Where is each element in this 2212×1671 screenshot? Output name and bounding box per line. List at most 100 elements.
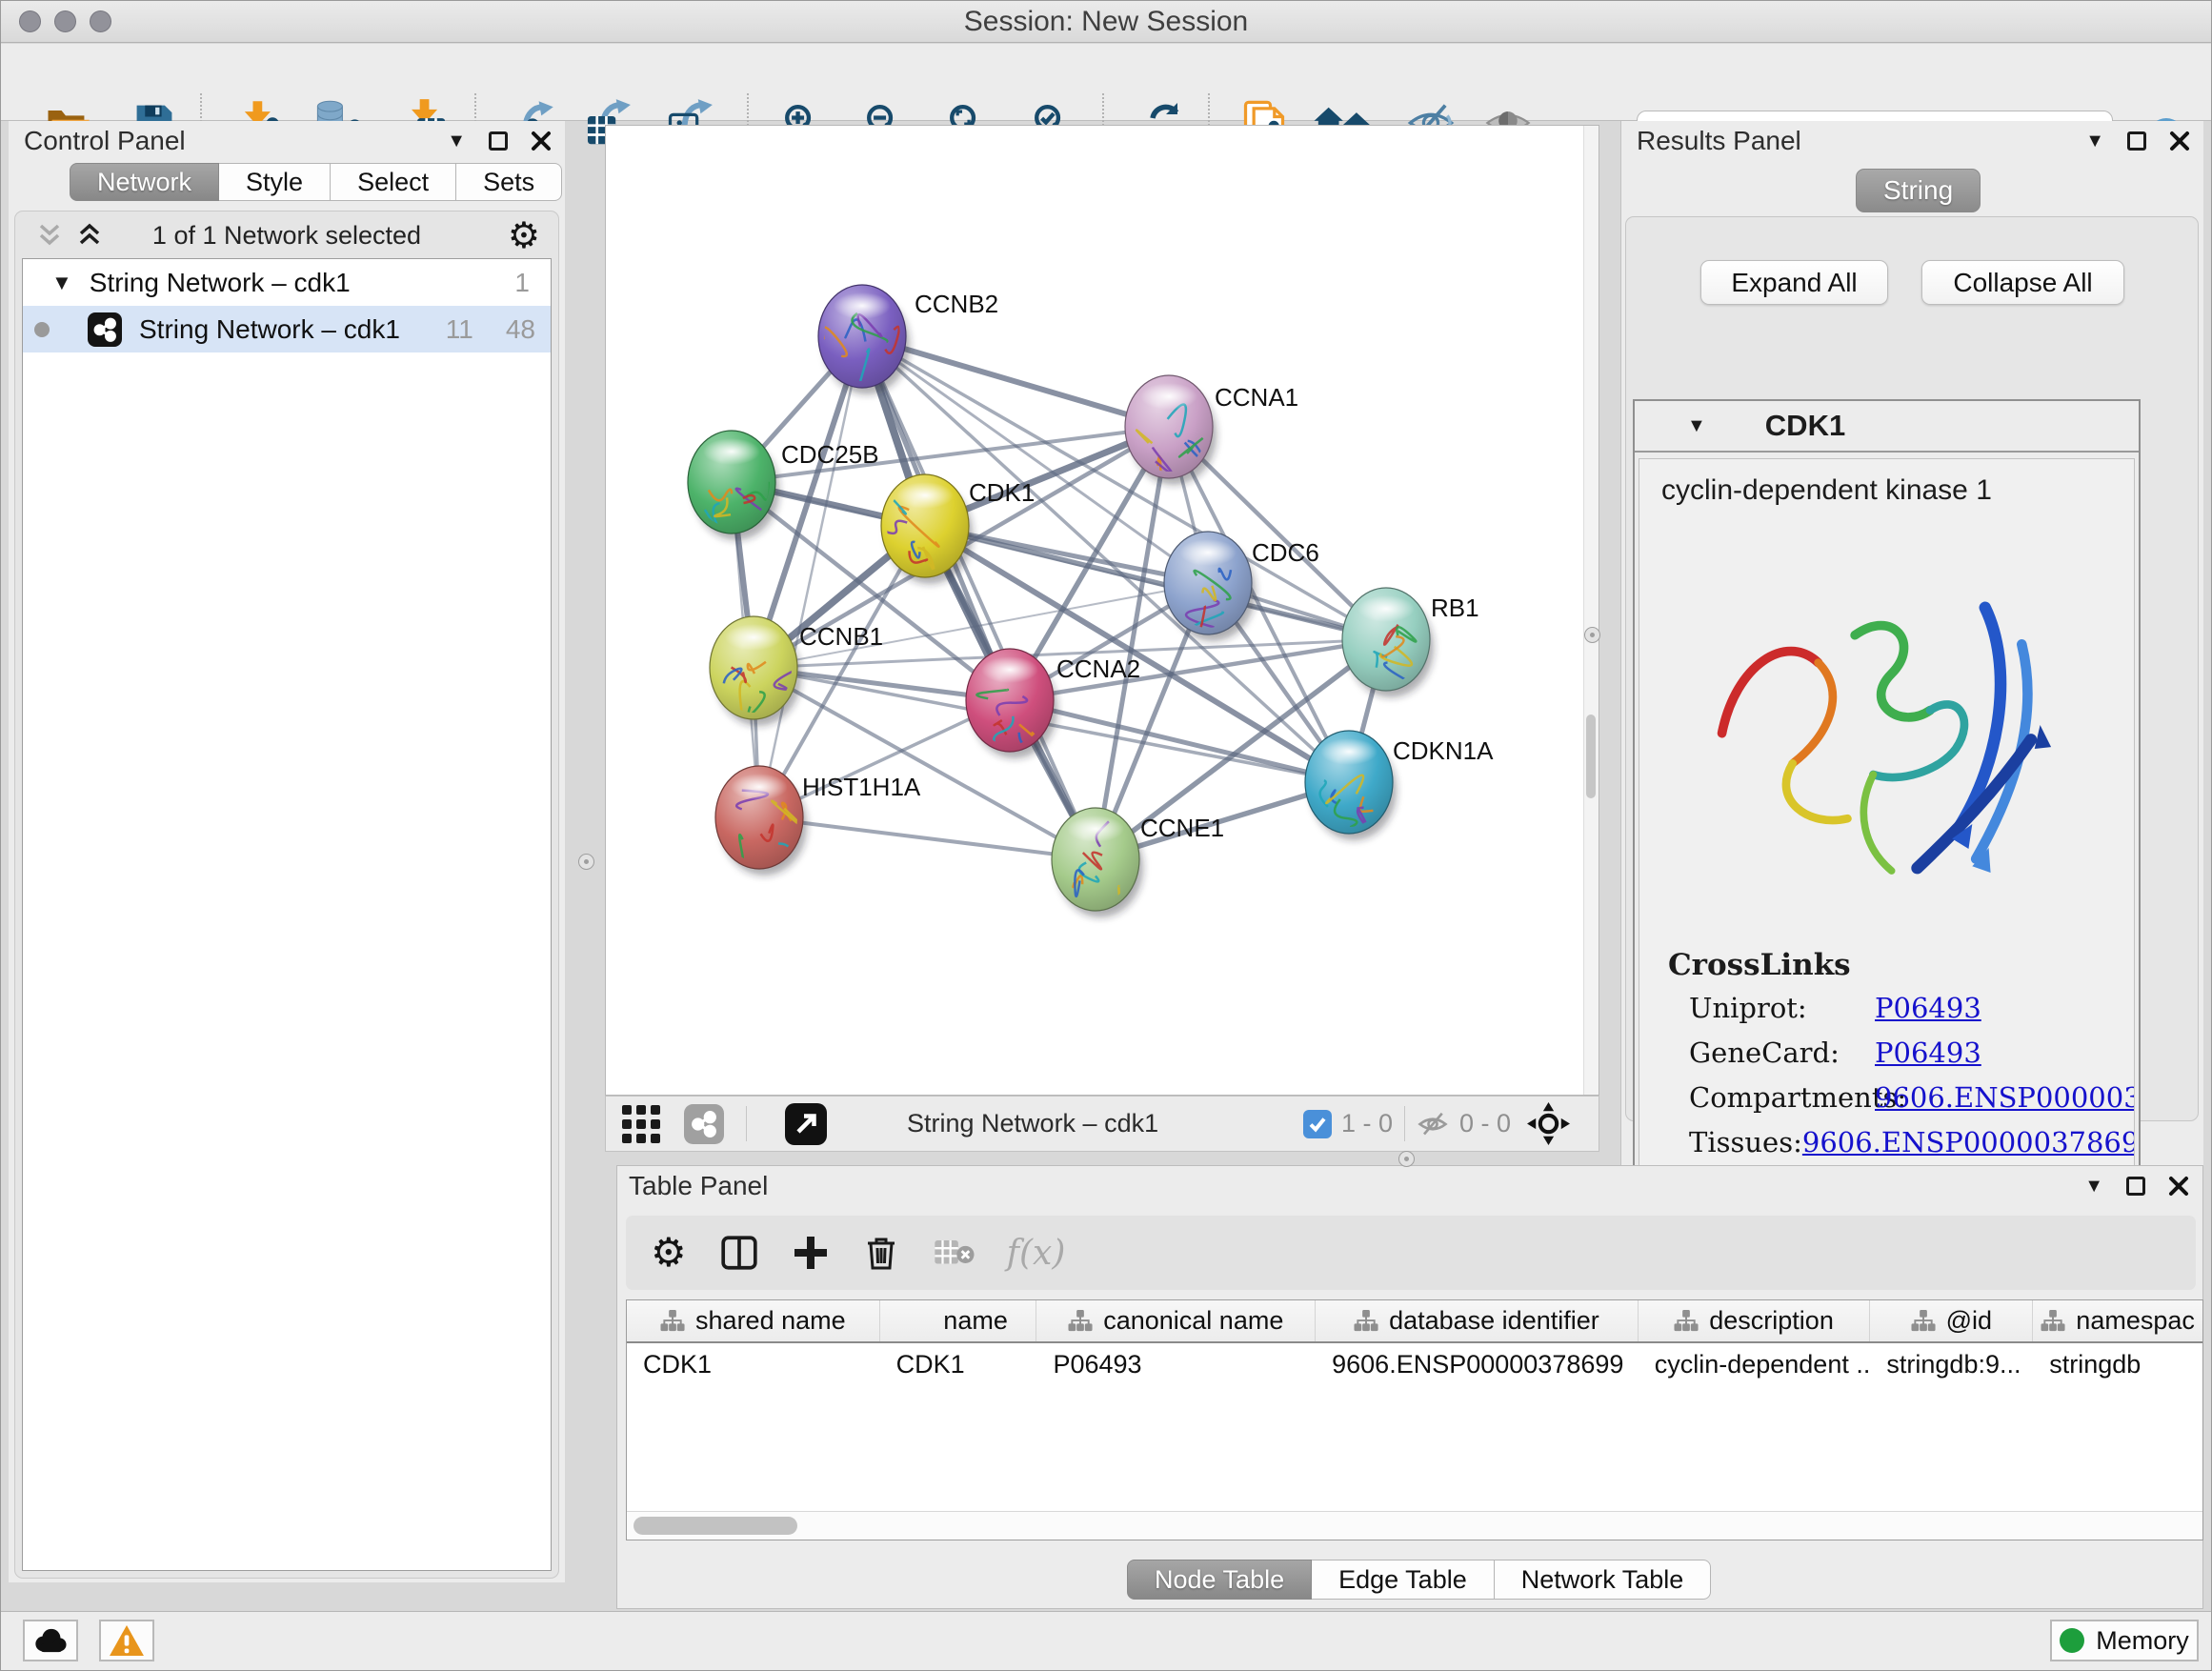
float-panel-icon[interactable] [489, 131, 508, 151]
panel-menu-icon[interactable]: ▼ [2085, 131, 2104, 152]
column-header[interactable]: database identifier [1316, 1300, 1639, 1341]
svg-text:CDC6: CDC6 [1252, 538, 1319, 567]
uniprot-link[interactable]: P06493 [1875, 992, 1981, 1024]
column-header[interactable]: shared name [627, 1300, 880, 1341]
table-horizontal-scrollbar [627, 1511, 2202, 1540]
crosslinks-title: CrossLinks [1668, 948, 2134, 982]
table-settings-gear-icon[interactable]: ⚙ [651, 1233, 687, 1273]
float-panel-icon[interactable] [2126, 1177, 2145, 1196]
network-view-button[interactable] [684, 1097, 724, 1151]
table-panel: Table Panel ▼ ⚙ f(x) [616, 1165, 2203, 1609]
grid-icon [621, 1104, 661, 1144]
delete-table-icon [933, 1236, 975, 1270]
split-columns-button[interactable] [719, 1233, 759, 1273]
network-collection-row[interactable]: ▼ String Network – cdk1 1 [23, 259, 551, 306]
string-network-icon [88, 312, 122, 347]
window-close-button[interactable] [19, 10, 41, 32]
node-table: shared name name canonical name database… [626, 1299, 2203, 1540]
tab-edge-table[interactable]: Edge Table [1312, 1560, 1495, 1600]
panel-menu-icon[interactable]: ▼ [2084, 1176, 2103, 1198]
close-icon[interactable] [2168, 1176, 2189, 1197]
column-header[interactable]: name [880, 1300, 1037, 1341]
add-column-button[interactable] [792, 1234, 830, 1272]
svg-text:CCNA2: CCNA2 [1056, 654, 1140, 683]
control-panel-title: Control Panel [24, 126, 186, 156]
fit-content-button[interactable] [1526, 1097, 1571, 1151]
cytoscape-window: Session: New Session [0, 0, 2212, 1671]
selected-checkbox[interactable] [1303, 1097, 1332, 1151]
results-panel-title: Results Panel [1637, 126, 1801, 156]
grid-view-button[interactable] [621, 1097, 661, 1151]
tissues-link[interactable]: 9606.ENSP00000378699 [1802, 1126, 2135, 1158]
canvas-scroll-thumb[interactable] [1586, 715, 1596, 798]
genecard-link[interactable]: P06493 [1875, 1037, 1981, 1069]
column-header[interactable]: @id [1870, 1300, 2033, 1341]
column-header[interactable]: description [1639, 1300, 1871, 1341]
table-toolbar: ⚙ f(x) [626, 1216, 2196, 1290]
columns-icon [719, 1233, 759, 1273]
network-canvas[interactable]: CCNB2CCNA1CDC25BCDK1CDC6RB1CCNB1CCNA2CDK… [605, 125, 1599, 1096]
tab-network[interactable]: Network [70, 163, 219, 201]
eye-slash-icon [1416, 1107, 1450, 1141]
table-scroll-thumb[interactable] [633, 1517, 797, 1535]
gear-icon[interactable]: ⚙ [508, 217, 540, 253]
protein-section-header[interactable]: ▼ CDK1 [1635, 401, 2139, 453]
collapse-all-button[interactable]: Collapse All [1921, 260, 2124, 305]
close-icon[interactable] [531, 131, 552, 151]
automation-status-button[interactable] [23, 1620, 78, 1661]
footer-separator [746, 1106, 747, 1141]
svg-text:CCNB1: CCNB1 [799, 622, 883, 651]
birds-eye-view-button[interactable] [785, 1097, 827, 1151]
string-network-graph[interactable]: CCNB2CCNA1CDC25BCDK1CDC6RB1CCNB1CCNA2CDK… [606, 126, 1583, 1093]
column-header[interactable]: namespac [2033, 1300, 2202, 1341]
tab-string[interactable]: String [1856, 169, 1981, 212]
delete-column-button[interactable] [862, 1234, 900, 1272]
status-bar: Memory [1, 1611, 2211, 1671]
memory-button[interactable]: Memory [2050, 1620, 2199, 1661]
window-zoom-button[interactable] [90, 10, 111, 32]
expand-all-button[interactable]: Expand All [1700, 260, 1888, 305]
bottom-splitter-handle[interactable] [1398, 1151, 1415, 1167]
network-row[interactable]: String Network – cdk1 11 48 [23, 306, 551, 352]
table-row[interactable]: CDK1 CDK1 P06493 9606.ENSP00000378699 cy… [627, 1343, 2202, 1385]
function-builder-button[interactable]: f(x) [1007, 1234, 1066, 1273]
window-minimize-button[interactable] [54, 10, 76, 32]
network-view-toolbar: String Network – cdk1 1 - 0 0 - 0 [605, 1096, 1599, 1152]
column-header[interactable]: canonical name [1036, 1300, 1316, 1341]
network-selection-status: 1 of 1 Network selected [14, 221, 559, 251]
current-network-name: String Network – cdk1 [907, 1097, 1158, 1151]
protein-structure-image [1678, 554, 2087, 921]
footer-separator [1404, 1106, 1405, 1141]
svg-text:CCNB2: CCNB2 [915, 290, 998, 318]
open-in-new-icon [785, 1103, 827, 1145]
crosshair-icon [1526, 1101, 1571, 1146]
tab-node-table[interactable]: Node Table [1127, 1560, 1312, 1600]
tab-sets[interactable]: Sets [456, 163, 562, 201]
network-label: String Network – cdk1 [139, 314, 400, 345]
column-network-icon [1674, 1310, 1699, 1333]
delete-table-button[interactable] [933, 1236, 975, 1270]
control-panel-tabs: Network Style Select Sets [70, 163, 562, 201]
section-collapse-icon[interactable]: ▼ [1687, 415, 1706, 437]
warnings-button[interactable] [99, 1620, 154, 1661]
collection-count: 1 [514, 268, 530, 298]
right-splitter-handle[interactable] [1584, 627, 1600, 643]
panel-menu-icon[interactable]: ▼ [447, 131, 466, 152]
crosslink-row: GeneCard: P06493 [1689, 1037, 2134, 1081]
memory-status-dot [2060, 1628, 2084, 1653]
tab-style[interactable]: Style [219, 163, 331, 201]
compartments-link[interactable]: 9606.ENSP00000378699 [1875, 1081, 2135, 1114]
tab-network-table[interactable]: Network Table [1495, 1560, 1712, 1600]
float-panel-icon[interactable] [2127, 131, 2146, 151]
close-icon[interactable] [2169, 131, 2190, 151]
svg-text:HIST1H1A: HIST1H1A [802, 773, 921, 801]
collection-expand-icon[interactable]: ▼ [51, 271, 72, 295]
protein-description: cyclin-dependent kinase 1 [1661, 474, 2134, 507]
tab-select[interactable]: Select [331, 163, 456, 201]
collection-label: String Network – cdk1 [90, 268, 351, 298]
column-network-icon [660, 1310, 686, 1333]
column-network-icon [1068, 1310, 1094, 1333]
crosslink-row: Tissues: 9606.ENSP00000378699 [1689, 1126, 2134, 1171]
column-network-icon [2041, 1310, 2066, 1333]
left-splitter-handle[interactable] [578, 854, 594, 870]
